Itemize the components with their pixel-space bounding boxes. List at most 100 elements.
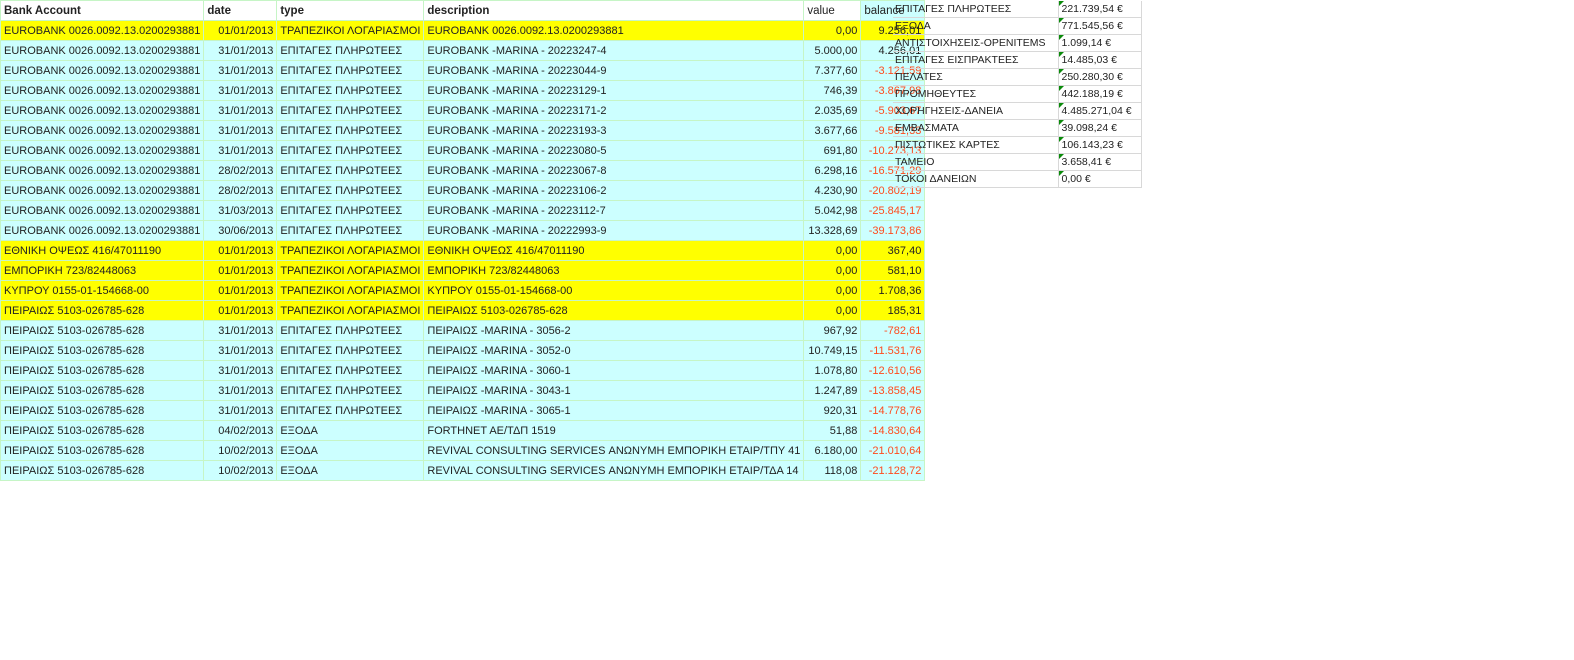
- cell-value[interactable]: 2.035,69: [803, 100, 862, 121]
- summary-label[interactable]: ΠΕΛΑΤΕΣ: [893, 68, 1059, 86]
- cell-type[interactable]: ΕΠΙΤΑΓΕΣ ΠΛΗΡΩΤΕΕΣ: [276, 140, 425, 161]
- cell-balance[interactable]: -25.845,17: [860, 200, 926, 221]
- header-date[interactable]: date: [203, 0, 278, 21]
- cell-date[interactable]: 04/02/2013: [203, 420, 278, 441]
- table-row[interactable]: ΠΕΙΡΑΙΩΣ 5103-026785-628 31/01/2013 ΕΠΙΤΑΓ…: [0, 360, 926, 381]
- cell-value[interactable]: 0,00: [803, 300, 862, 321]
- cell-balance[interactable]: -782,61: [860, 320, 926, 341]
- cell-description[interactable]: EUROBANK -MARINA - 20223193-3: [423, 120, 805, 141]
- cell-date[interactable]: 31/01/2013: [203, 360, 278, 381]
- cell-bank-account[interactable]: ΠΕΙΡΑΙΩΣ 5103-026785-628: [0, 420, 205, 441]
- table-row[interactable]: EUROBANK 0026.0092.13.0200293881 28/02/20…: [0, 180, 926, 201]
- cell-value[interactable]: 746,39: [803, 80, 862, 101]
- cell-type[interactable]: ΤΡΑΠΕΖΙΚΟΙ ΛΟΓΑΡΙΑΣΜΟΙ: [276, 300, 425, 321]
- summary-value[interactable]: 14.485,03 €: [1058, 51, 1142, 69]
- cell-type[interactable]: ΕΠΙΤΑΓΕΣ ΠΛΗΡΩΤΕΕΣ: [276, 400, 425, 421]
- cell-value[interactable]: 967,92: [803, 320, 862, 341]
- summary-label[interactable]: ΕΠΙΤΑΓΕΣ ΠΛΗΡΩΤΕΕΣ: [893, 1, 1059, 18]
- cell-bank-account[interactable]: ΠΕΙΡΑΙΩΣ 5103-026785-628: [0, 300, 205, 321]
- table-row[interactable]: ΕΜΠΟΡΙΚΗ 723/82448063 01/01/2013 ΤΡΑΠΕΖΙΚΟ…: [0, 260, 926, 281]
- cell-type[interactable]: ΤΡΑΠΕΖΙΚΟΙ ΛΟΓΑΡΙΑΣΜΟΙ: [276, 240, 425, 261]
- cell-type[interactable]: ΕΞΟΔΑ: [276, 460, 425, 481]
- cell-value[interactable]: 0,00: [803, 20, 862, 41]
- table-row[interactable]: ΠΕΙΡΑΙΩΣ 5103-026785-628 31/01/2013 ΕΠΙΤΑΓ…: [0, 340, 926, 361]
- cell-type[interactable]: ΕΠΙΤΑΓΕΣ ΠΛΗΡΩΤΕΕΣ: [276, 120, 425, 141]
- cell-description[interactable]: FORTHNET AE/ΤΔΠ 1519: [423, 420, 805, 441]
- summary-value[interactable]: 250.280,30 €: [1058, 68, 1142, 86]
- cell-date[interactable]: 31/01/2013: [203, 400, 278, 421]
- header-value[interactable]: value: [803, 0, 862, 21]
- cell-bank-account[interactable]: ΚΥΠΡΟΥ 0155-01-154668-00: [0, 280, 205, 301]
- cell-type[interactable]: ΤΡΑΠΕΖΙΚΟΙ ΛΟΓΑΡΙΑΣΜΟΙ: [276, 20, 425, 41]
- cell-date[interactable]: 01/01/2013: [203, 300, 278, 321]
- cell-date[interactable]: 31/01/2013: [203, 320, 278, 341]
- header-description[interactable]: description: [423, 0, 805, 21]
- cell-date[interactable]: 01/01/2013: [203, 240, 278, 261]
- table-row[interactable]: ΠΕΙΡΑΙΩΣ 5103-026785-628 04/02/2013 ΕΞΟΔΑ F…: [0, 420, 926, 441]
- cell-type[interactable]: ΕΞΟΔΑ: [276, 420, 425, 441]
- table-row[interactable]: EUROBANK 0026.0092.13.0200293881 31/03/20…: [0, 200, 926, 221]
- cell-description[interactable]: ΕΘΝΙΚΗ ΟΨΕΩΣ 416/47011190: [423, 240, 805, 261]
- summary-value[interactable]: 442.188,19 €: [1058, 85, 1142, 103]
- cell-balance[interactable]: -21.010,64: [860, 440, 926, 461]
- cell-bank-account[interactable]: ΠΕΙΡΑΙΩΣ 5103-026785-628: [0, 360, 205, 381]
- cell-date[interactable]: 10/02/2013: [203, 440, 278, 461]
- cell-bank-account[interactable]: ΠΕΙΡΑΙΩΣ 5103-026785-628: [0, 400, 205, 421]
- summary-value[interactable]: 39.098,24 €: [1058, 119, 1142, 137]
- cell-value[interactable]: 10.749,15: [803, 340, 862, 361]
- cell-description[interactable]: ΕΜΠΟΡΙΚΗ 723/82448063: [423, 260, 805, 281]
- table-row[interactable]: EUROBANK 0026.0092.13.0200293881 30/06/20…: [0, 220, 926, 241]
- table-row[interactable]: ΠΕΙΡΑΙΩΣ 5103-026785-628 10/02/2013 ΕΞΟΔΑ R…: [0, 460, 926, 481]
- cell-description[interactable]: EUROBANK -MARINA - 20223067-8: [423, 160, 805, 181]
- summary-label[interactable]: ΕΞΟΔΑ: [893, 17, 1059, 35]
- summary-label[interactable]: ΠΡΟΜΗΘΕΥΤΕΣ: [893, 85, 1059, 103]
- cell-type[interactable]: ΕΠΙΤΑΓΕΣ ΠΛΗΡΩΤΕΕΣ: [276, 180, 425, 201]
- cell-value[interactable]: 0,00: [803, 280, 862, 301]
- cell-balance[interactable]: 1.708,36: [860, 280, 926, 301]
- header-bank-account[interactable]: Bank Account: [0, 0, 205, 21]
- cell-balance[interactable]: -39.173,86: [860, 220, 926, 241]
- cell-bank-account[interactable]: ΠΕΙΡΑΙΩΣ 5103-026785-628: [0, 320, 205, 341]
- cell-bank-account[interactable]: EUROBANK 0026.0092.13.0200293881: [0, 100, 205, 121]
- cell-value[interactable]: 6.180,00: [803, 440, 862, 461]
- cell-description[interactable]: ΠΕΙΡΑΙΩΣ -MARINA - 3052-0: [423, 340, 805, 361]
- cell-value[interactable]: 13.328,69: [803, 220, 862, 241]
- cell-type[interactable]: ΕΠΙΤΑΓΕΣ ΠΛΗΡΩΤΕΕΣ: [276, 40, 425, 61]
- table-row[interactable]: EUROBANK 0026.0092.13.0200293881 28/02/20…: [0, 160, 926, 181]
- cell-value[interactable]: 1.247,89: [803, 380, 862, 401]
- table-row[interactable]: EUROBANK 0026.0092.13.0200293881 31/01/20…: [0, 120, 926, 141]
- cell-type[interactable]: ΕΠΙΤΑΓΕΣ ΠΛΗΡΩΤΕΕΣ: [276, 360, 425, 381]
- summary-label[interactable]: ΤΟΚΟΙ ΔΑΝΕΙΩΝ: [893, 170, 1059, 188]
- summary-label[interactable]: ΧΟΡΗΓΗΣΕΙΣ-ΔΑΝΕΙΑ: [893, 102, 1059, 120]
- summary-value[interactable]: 0,00 €: [1058, 170, 1142, 188]
- cell-description[interactable]: ΠΕΙΡΑΙΩΣ 5103-026785-628: [423, 300, 805, 321]
- cell-bank-account[interactable]: ΠΕΙΡΑΙΩΣ 5103-026785-628: [0, 340, 205, 361]
- table-row[interactable]: ΠΕΙΡΑΙΩΣ 5103-026785-628 31/01/2013 ΕΠΙΤΑΓ…: [0, 400, 926, 421]
- cell-value[interactable]: 0,00: [803, 260, 862, 281]
- cell-type[interactable]: ΕΠΙΤΑΓΕΣ ΠΛΗΡΩΤΕΕΣ: [276, 380, 425, 401]
- cell-date[interactable]: 01/01/2013: [203, 20, 278, 41]
- summary-value[interactable]: 1.099,14 €: [1058, 34, 1142, 52]
- table-row[interactable]: ΕΘΝΙΚΗ ΟΨΕΩΣ 416/47011190 01/01/2013 ΤΡΑΠΕ…: [0, 240, 926, 261]
- header-type[interactable]: type: [276, 0, 425, 21]
- summary-value[interactable]: 106.143,23 €: [1058, 136, 1142, 154]
- cell-description[interactable]: EUROBANK -MARINA - 20223129-1: [423, 80, 805, 101]
- table-row[interactable]: EUROBANK 0026.0092.13.0200293881 31/01/20…: [0, 140, 926, 161]
- cell-date[interactable]: 31/01/2013: [203, 380, 278, 401]
- cell-bank-account[interactable]: EUROBANK 0026.0092.13.0200293881: [0, 140, 205, 161]
- cell-description[interactable]: EUROBANK -MARINA - 20223112-7: [423, 200, 805, 221]
- cell-bank-account[interactable]: ΕΜΠΟΡΙΚΗ 723/82448063: [0, 260, 205, 281]
- cell-description[interactable]: ΠΕΙΡΑΙΩΣ -MARINA - 3065-1: [423, 400, 805, 421]
- cell-type[interactable]: ΕΠΙΤΑΓΕΣ ΠΛΗΡΩΤΕΕΣ: [276, 60, 425, 81]
- cell-bank-account[interactable]: ΠΕΙΡΑΙΩΣ 5103-026785-628: [0, 440, 205, 461]
- cell-bank-account[interactable]: EUROBANK 0026.0092.13.0200293881: [0, 220, 205, 241]
- cell-date[interactable]: 31/01/2013: [203, 120, 278, 141]
- cell-value[interactable]: 920,31: [803, 400, 862, 421]
- cell-description[interactable]: EUROBANK -MARINA - 20223044-9: [423, 60, 805, 81]
- cell-date[interactable]: 31/01/2013: [203, 80, 278, 101]
- cell-bank-account[interactable]: EUROBANK 0026.0092.13.0200293881: [0, 120, 205, 141]
- cell-type[interactable]: ΤΡΑΠΕΖΙΚΟΙ ΛΟΓΑΡΙΑΣΜΟΙ: [276, 280, 425, 301]
- cell-description[interactable]: EUROBANK -MARINA - 20223247-4: [423, 40, 805, 61]
- summary-label[interactable]: ΤΑΜΕΙΟ: [893, 153, 1059, 171]
- cell-type[interactable]: ΕΠΙΤΑΓΕΣ ΠΛΗΡΩΤΕΕΣ: [276, 340, 425, 361]
